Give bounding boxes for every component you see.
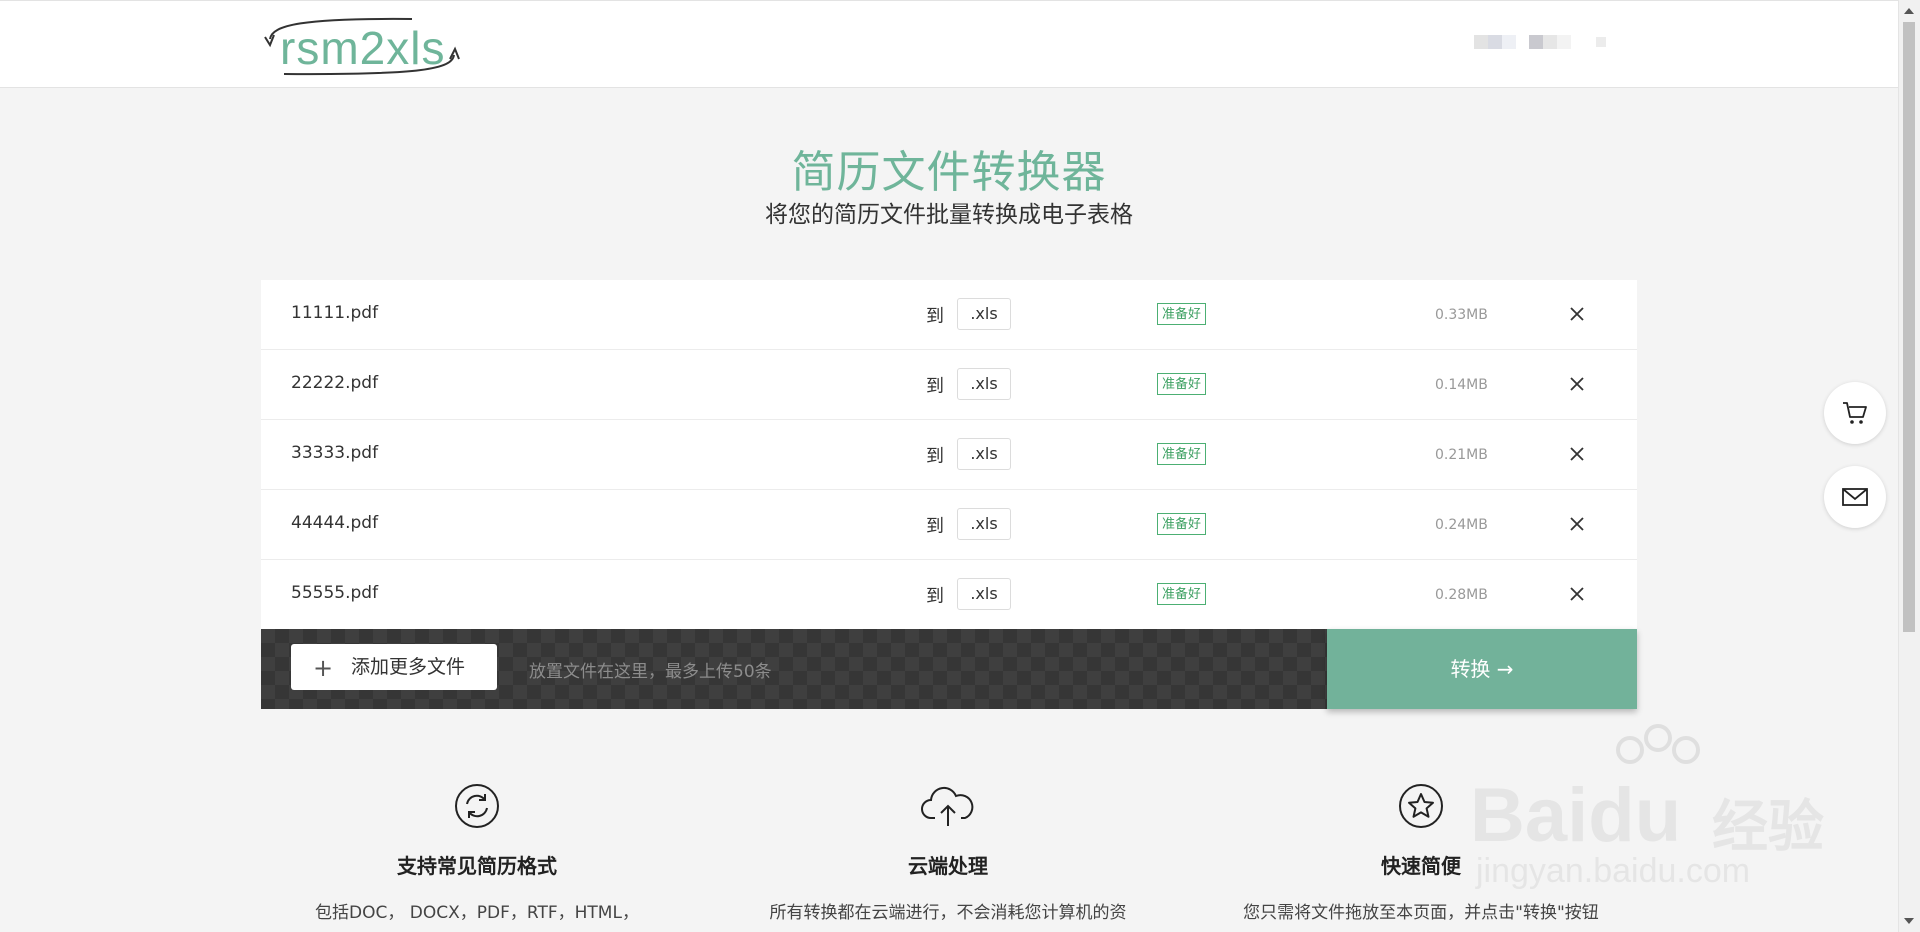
to-label: 到 <box>926 586 944 607</box>
remove-file-button[interactable] <box>1565 442 1589 466</box>
file-name: 11111.pdf <box>291 303 379 323</box>
feature-title: 云端处理 <box>908 854 988 878</box>
status-badge: 准备好 <box>1157 303 1207 325</box>
user-menu[interactable] <box>1596 31 1606 55</box>
watermark-cn: 经验 <box>1712 795 1824 858</box>
feature-description: 所有转换都在云端进行，不会消耗您计算机的资 <box>769 903 1127 923</box>
logo-text: rsm2xls <box>280 22 446 74</box>
file-row: 22222.pdf 到 .xls 准备好 0.14MB <box>261 350 1637 420</box>
site-logo[interactable]: rsm2xls <box>262 15 462 79</box>
mail-icon <box>1842 488 1868 506</box>
file-name: 33333.pdf <box>291 443 379 463</box>
sync-icon <box>455 784 499 828</box>
format-select[interactable]: .xls <box>957 508 1011 540</box>
feature-description: 包括DOC， DOCX，PDF，RTF，HTML， <box>315 903 639 923</box>
file-row: 55555.pdf 到 .xls 准备好 0.28MB <box>261 560 1637 629</box>
to-label: 到 <box>926 516 944 537</box>
remove-file-button[interactable] <box>1565 302 1589 326</box>
scroll-up-arrow-icon[interactable] <box>1904 8 1914 14</box>
to-label: 到 <box>926 446 944 467</box>
drop-zone[interactable]: + 添加更多文件 放置文件在这里，最多上传50条 <box>261 629 1327 709</box>
cart-icon <box>1843 402 1867 424</box>
user-avatar[interactable] <box>1474 31 1516 55</box>
mail-button[interactable] <box>1824 466 1886 528</box>
remove-file-button[interactable] <box>1565 582 1589 606</box>
feature-title: 快速简便 <box>1381 854 1461 878</box>
feature-title: 支持常见简历格式 <box>397 854 557 878</box>
file-row: 33333.pdf 到 .xls 准备好 0.21MB <box>261 420 1637 490</box>
close-icon <box>1570 447 1584 461</box>
drop-hint: 放置文件在这里，最多上传50条 <box>529 662 772 682</box>
feature-fast: 快速简便 您只需将文件拖放至本页面，并点击"转换"按钮 <box>1201 782 1641 927</box>
feature-cloud: 云端处理 所有转换都在云端进行，不会消耗您计算机的资 <box>728 782 1168 927</box>
format-select[interactable]: .xls <box>957 298 1011 330</box>
remove-file-button[interactable] <box>1565 372 1589 396</box>
plus-icon: + <box>313 654 334 682</box>
to-label: 到 <box>926 376 944 397</box>
file-size: 0.28MB <box>1435 587 1488 603</box>
close-icon <box>1570 587 1584 601</box>
file-size: 0.21MB <box>1435 447 1488 463</box>
close-icon <box>1570 517 1584 531</box>
add-more-files-button[interactable]: + 添加更多文件 <box>291 644 497 690</box>
page-title: 简历文件转换器 <box>791 147 1107 198</box>
file-name: 44444.pdf <box>291 513 379 533</box>
feature-formats: 支持常见简历格式 包括DOC， DOCX，PDF，RTF，HTML， <box>257 782 697 927</box>
convert-button[interactable]: 转换 → <box>1327 629 1637 709</box>
format-select[interactable]: .xls <box>957 438 1011 470</box>
scroll-thumb[interactable] <box>1903 22 1915 632</box>
cart-button[interactable] <box>1824 382 1886 444</box>
format-select[interactable]: .xls <box>957 578 1011 610</box>
remove-file-button[interactable] <box>1565 512 1589 536</box>
user-name[interactable] <box>1529 31 1571 55</box>
close-icon <box>1570 307 1584 321</box>
format-select[interactable]: .xls <box>957 368 1011 400</box>
status-badge: 准备好 <box>1157 513 1207 535</box>
file-size: 0.24MB <box>1435 517 1488 533</box>
file-size: 0.14MB <box>1435 377 1488 393</box>
close-icon <box>1570 377 1584 391</box>
status-badge: 准备好 <box>1157 373 1207 395</box>
page-subtitle: 将您的简历文件批量转换成电子表格 <box>765 202 1133 228</box>
feature-description: 您只需将文件拖放至本页面，并点击"转换"按钮 <box>1243 903 1599 923</box>
top-header: rsm2xls <box>0 0 1898 88</box>
file-name: 55555.pdf <box>291 583 379 603</box>
file-row: 11111.pdf 到 .xls 准备好 0.33MB <box>261 280 1637 350</box>
star-icon <box>1399 784 1443 828</box>
status-badge: 准备好 <box>1157 443 1207 465</box>
file-size: 0.33MB <box>1435 307 1488 323</box>
scroll-down-arrow-icon[interactable] <box>1904 918 1914 924</box>
cloud-upload-icon <box>921 786 974 826</box>
status-badge: 准备好 <box>1157 583 1207 605</box>
file-row: 44444.pdf 到 .xls 准备好 0.24MB <box>261 490 1637 560</box>
file-list: 11111.pdf 到 .xls 准备好 0.33MB 22222.pdf 到 … <box>261 280 1637 629</box>
file-name: 22222.pdf <box>291 373 379 393</box>
add-more-files-label: 添加更多文件 <box>351 656 466 678</box>
to-label: 到 <box>926 306 944 327</box>
page-scrollbar[interactable] <box>1898 0 1920 932</box>
